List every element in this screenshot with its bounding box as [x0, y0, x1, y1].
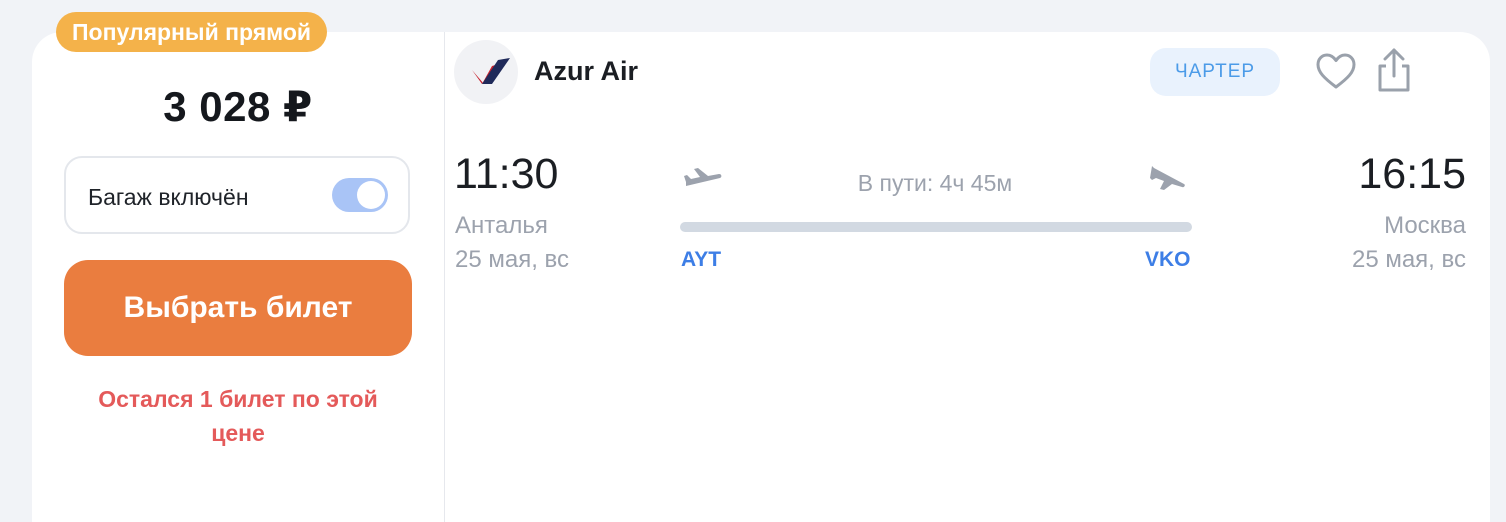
departure-airport-code: AYT — [681, 248, 722, 271]
select-ticket-button[interactable]: Выбрать билет — [64, 260, 412, 356]
tickets-left-warning: Остался 1 билет по этой цене — [98, 386, 378, 446]
flight-offer-card: 3 028 ₽ Багаж включён Выбрать билет Оста… — [32, 32, 1490, 522]
arrival-airport-code: VKO — [1145, 248, 1191, 271]
price-panel: 3 028 ₽ Багаж включён Выбрать билет Оста… — [32, 32, 444, 522]
ticket-price: 3 028 ₽ — [163, 83, 313, 130]
flight-duration: В пути: 4ч 45м — [857, 170, 1013, 196]
charter-badge: ЧАРТЕР — [1150, 48, 1280, 96]
departure-city: Анталья — [455, 212, 548, 239]
popular-direct-badge: Популярный прямой — [56, 12, 328, 52]
route-progress-bar — [680, 222, 1192, 232]
arrival-time: 16:15 — [1358, 150, 1466, 198]
baggage-option[interactable]: Багаж включён — [64, 156, 410, 234]
departure-time: 11:30 — [454, 150, 559, 198]
departure-date: 25 мая, вс — [455, 246, 570, 273]
arrival-date: 25 мая, вс — [1351, 246, 1466, 273]
heart-icon[interactable] — [1314, 50, 1358, 94]
share-icon[interactable] — [1374, 46, 1414, 94]
takeoff-plane-icon — [682, 164, 724, 194]
airline-logo-icon — [454, 40, 518, 104]
toggle-knob — [357, 181, 385, 209]
arrival-city: Москва — [1384, 212, 1466, 239]
airline-name: Azur Air — [534, 56, 639, 86]
baggage-label: Багаж включён — [88, 184, 249, 210]
baggage-toggle[interactable] — [332, 178, 388, 212]
landing-plane-icon — [1148, 160, 1188, 192]
panel-divider — [444, 32, 445, 522]
